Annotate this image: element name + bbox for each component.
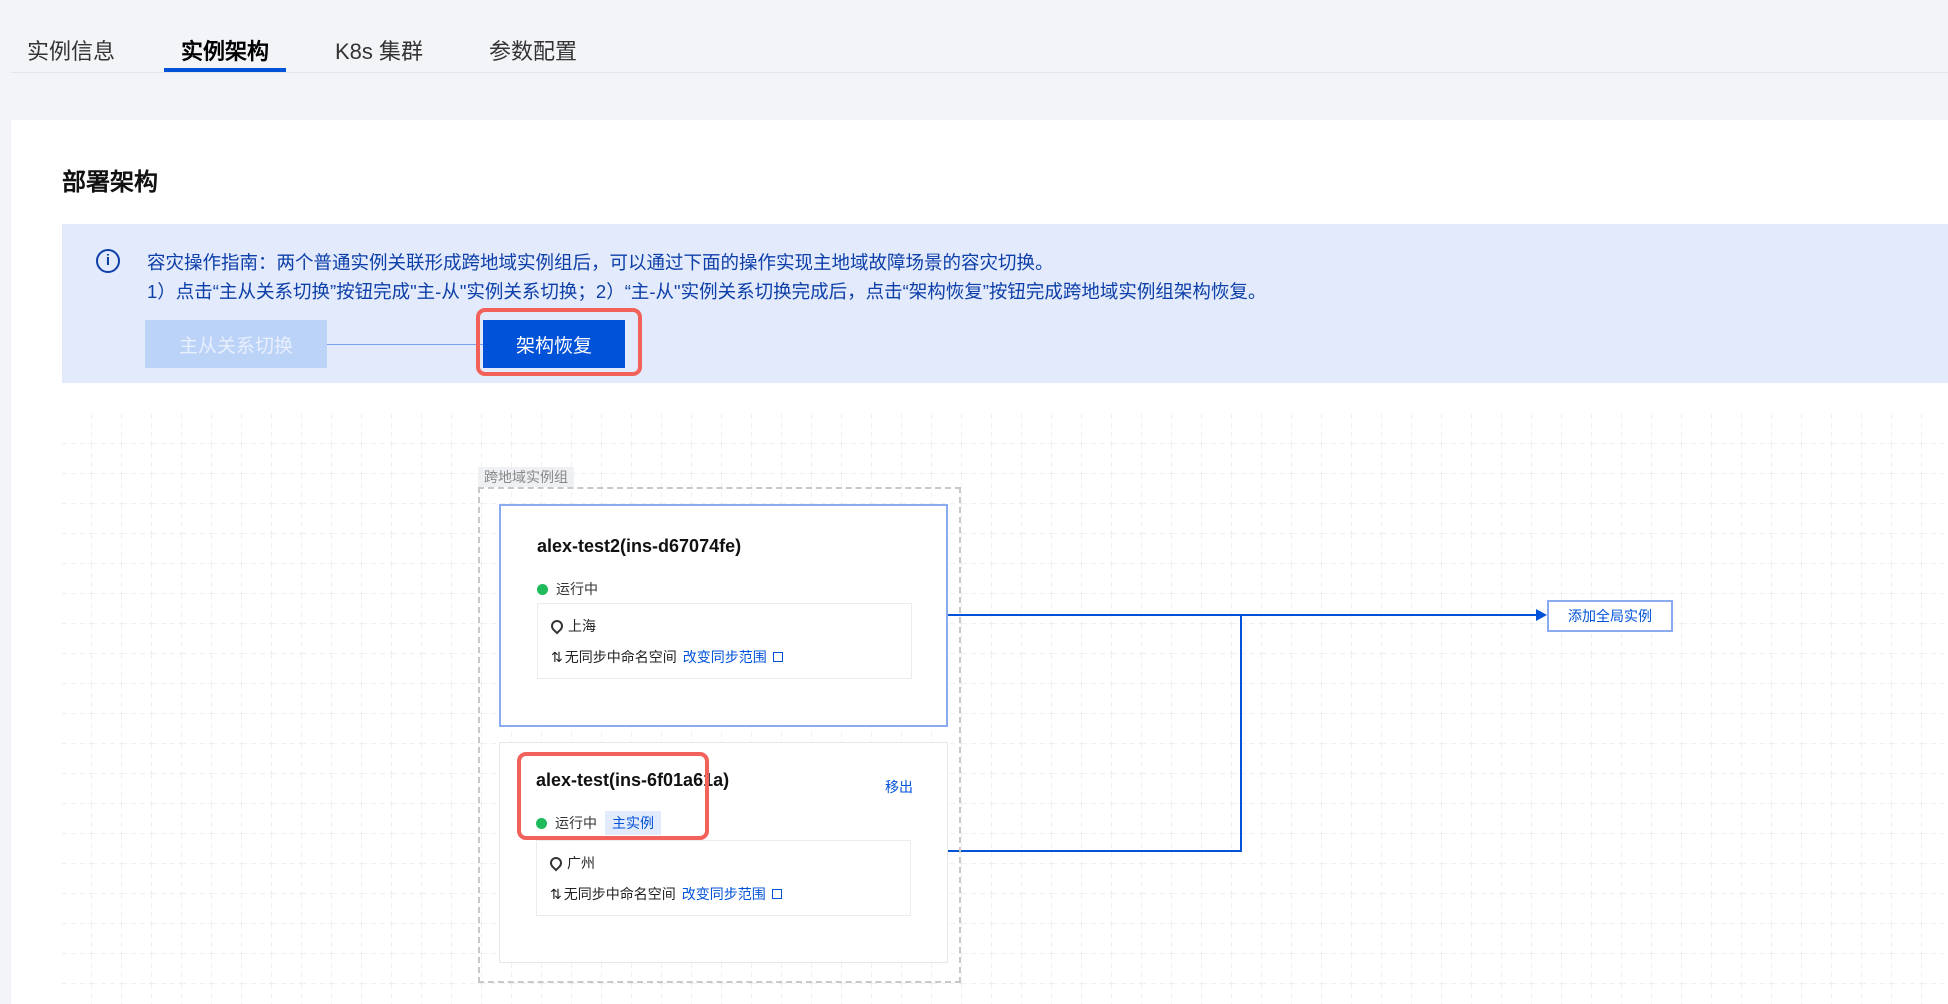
running-dot-icon xyxy=(537,583,548,595)
status: 运行中 xyxy=(537,579,598,599)
group-label: 跨地域实例组 xyxy=(478,467,574,487)
change-sync-scope-link[interactable]: 改变同步范围 xyxy=(682,884,766,904)
region: 上海 xyxy=(568,618,596,634)
arrow-icon xyxy=(1536,609,1547,621)
move-out-link[interactable]: 移出 xyxy=(885,777,913,797)
instance-card[interactable]: alex-test2(ins-d67074fe) 运行中 上海 ⇅ 无同步中命名空… xyxy=(499,504,948,727)
topology-lines xyxy=(948,609,1547,852)
add-global-instance-button[interactable]: 添加全局实例 xyxy=(1547,600,1673,632)
location-icon xyxy=(548,617,566,635)
region: 广州 xyxy=(567,855,595,871)
sync-icon: ⇅ xyxy=(551,648,563,665)
sync-text: 无同步中命名空间 xyxy=(563,886,676,902)
status-text: 运行中 xyxy=(556,581,598,597)
link-line-2 xyxy=(948,615,1242,852)
external-link-icon[interactable] xyxy=(772,652,783,662)
instance-details: 广州 ⇅ 无同步中命名空间 改变同步范围 xyxy=(536,840,911,916)
instance-details: 上海 ⇅ 无同步中命名空间 改变同步范围 xyxy=(537,603,912,679)
instance-title: alex-test2(ins-d67074fe) xyxy=(537,536,742,556)
external-link-icon[interactable] xyxy=(771,889,782,899)
highlight-box xyxy=(517,752,709,840)
sync-icon: ⇅ xyxy=(550,885,562,902)
sync-text: 无同步中命名空间 xyxy=(564,649,677,665)
change-sync-scope-link[interactable]: 改变同步范围 xyxy=(683,647,767,667)
location-icon xyxy=(547,854,565,872)
